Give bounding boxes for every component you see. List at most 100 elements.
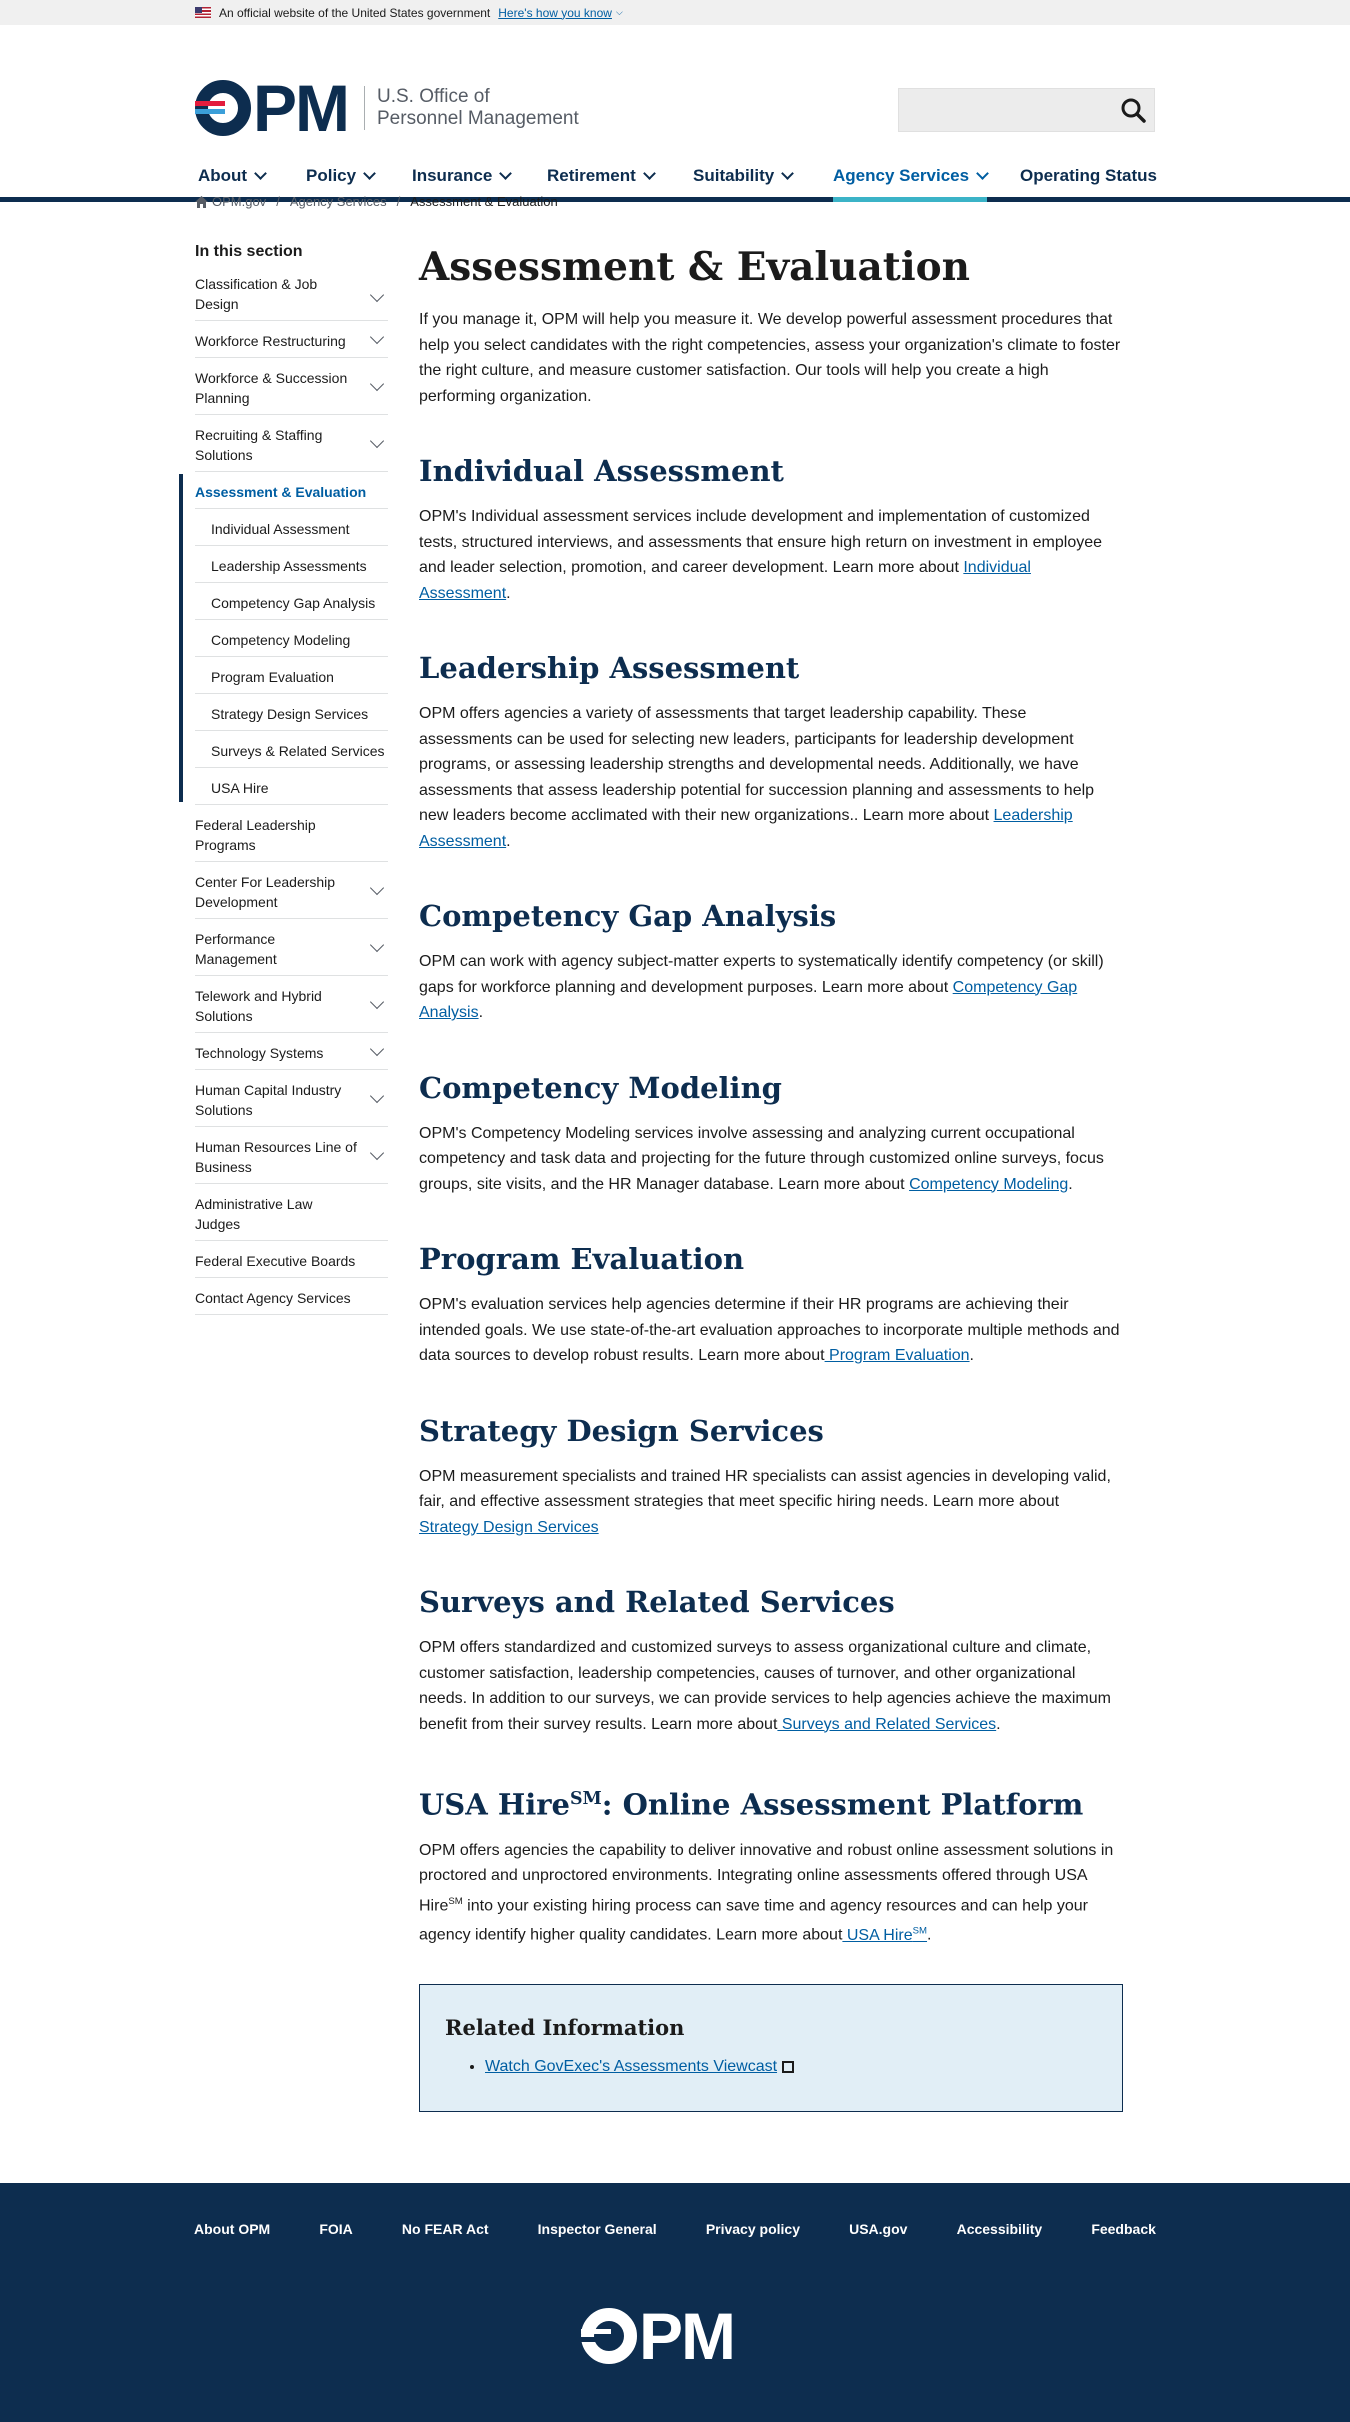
section-text-surveys: OPM offers standardized and customized s… <box>419 1635 1123 1737</box>
chevron-down-icon[interactable] <box>369 376 385 392</box>
chevron-down-icon[interactable] <box>369 287 385 303</box>
section-sidenav: In this section Classification & Job Des… <box>179 243 388 1315</box>
competency-modeling-link[interactable]: Competency Modeling <box>909 1176 1068 1193</box>
program-evaluation-link[interactable]: Program Evaluation <box>825 1347 970 1364</box>
chevron-down-icon <box>642 167 656 180</box>
service-mark: SM <box>569 1789 602 1809</box>
chevron-down-icon[interactable] <box>369 1088 385 1104</box>
section-heading-program-eval: Program Evaluation <box>419 1242 745 1276</box>
sidenav-subitem-strategy-design[interactable]: Strategy Design Services <box>195 693 388 730</box>
sidenav-item-telework[interactable]: Telework and Hybrid Solutions <box>195 976 388 1033</box>
opm-logo-o-icon <box>195 80 251 136</box>
sidenav-item-hc-industry[interactable]: Human Capital Industry Solutions <box>195 1070 388 1127</box>
nav-agency-services[interactable]: Agency Services <box>833 155 989 202</box>
surveys-link[interactable]: Surveys and Related Services <box>777 1716 996 1733</box>
chevron-down-icon[interactable] <box>369 1145 385 1161</box>
sidenav-item-alj[interactable]: Administrative Law Judges <box>195 1184 388 1241</box>
footer-link-ig[interactable]: Inspector General <box>538 2221 657 2237</box>
chevron-down-icon[interactable] <box>369 937 385 953</box>
sidenav-item-label: Classification & Job Design <box>195 276 318 312</box>
sidenav-item-label: Human Resources Line of Business <box>195 1139 357 1175</box>
nav-operating-status[interactable]: Operating Status <box>1020 155 1157 197</box>
chevron-down-icon[interactable] <box>369 433 385 449</box>
nav-suitability[interactable]: Suitability <box>693 155 795 197</box>
footer-link-no-fear[interactable]: No FEAR Act <box>402 2221 489 2237</box>
footer-link-feedback[interactable]: Feedback <box>1091 2221 1156 2237</box>
breadcrumb-separator: / <box>396 194 401 209</box>
nav-retirement[interactable]: Retirement <box>547 155 656 197</box>
heres-how-you-know-link[interactable]: Here's how you know <box>498 6 612 20</box>
link-text: USA Hire <box>842 1926 913 1944</box>
sidenav-subitem-competency-modeling[interactable]: Competency Modeling <box>195 619 388 656</box>
chevron-down-icon[interactable] <box>369 329 385 345</box>
search-icon <box>1121 98 1146 123</box>
sidenav-item-succession-planning[interactable]: Workforce & Succession Planning <box>195 358 388 415</box>
related-information-box: Related Information Watch GovExec's Asse… <box>419 1984 1123 2113</box>
logo-line-1: U.S. Office of <box>377 86 490 107</box>
search-box <box>898 88 1155 132</box>
breadcrumb-current: Assessment & Evaluation <box>410 194 558 209</box>
sidenav-item-label: Administrative Law Judges <box>195 1196 313 1232</box>
sidenav-subitem-leadership-assessments[interactable]: Leadership Assessments <box>195 545 388 582</box>
search-button[interactable] <box>1120 97 1146 123</box>
nav-label: Insurance <box>412 166 493 185</box>
opm-logo-letters: PM <box>639 2299 736 2373</box>
section-text-program-eval: OPM's evaluation services help agencies … <box>419 1292 1123 1369</box>
usa-hire-link[interactable]: USA HireSM <box>842 1925 927 1944</box>
sidenav-item-hr-lob[interactable]: Human Resources Line of Business <box>195 1127 388 1184</box>
sidenav-subitem-usa-hire[interactable]: USA Hire <box>195 767 388 804</box>
breadcrumb-agency-services[interactable]: Agency Services <box>290 194 387 209</box>
sidenav-item-label: Telework and Hybrid Solutions <box>195 988 322 1024</box>
sidenav-item-technology[interactable]: Technology Systems <box>195 1033 388 1070</box>
section-text-gap: OPM can work with agency subject-matter … <box>419 949 1123 1026</box>
service-mark: SM <box>448 1895 463 1907</box>
footer-link-accessibility[interactable]: Accessibility <box>957 2221 1043 2237</box>
footer-link-foia[interactable]: FOIA <box>319 2221 352 2237</box>
external-link-icon <box>782 2061 795 2074</box>
paragraph-text: OPM offers standardized and customized s… <box>419 1639 1111 1733</box>
section-text-modeling: OPM's Competency Modeling services invol… <box>419 1121 1123 1198</box>
sidenav-item-label: Workforce Restructuring <box>195 333 346 349</box>
sidenav-item-feb[interactable]: Federal Executive Boards <box>195 1241 388 1278</box>
govexec-viewcast-link[interactable]: Watch GovExec's Assessments Viewcast <box>485 2058 777 2075</box>
strategy-design-link[interactable]: Strategy Design Services <box>419 1519 599 1536</box>
sidenav-item-classification[interactable]: Classification & Job Design <box>195 274 388 321</box>
breadcrumb-home[interactable]: OPM.gov <box>212 194 266 209</box>
intro-paragraph: If you manage it, OPM will help you meas… <box>419 311 1121 405</box>
sidenav-item-assessment-evaluation[interactable]: Assessment & Evaluation <box>195 472 388 508</box>
sidenav-item-label: Workforce & Succession Planning <box>195 370 348 406</box>
footer-link-privacy[interactable]: Privacy policy <box>706 2221 800 2237</box>
sidenav-item-recruiting[interactable]: Recruiting & Staffing Solutions <box>195 415 388 472</box>
sidenav-item-contact[interactable]: Contact Agency Services <box>195 1278 388 1315</box>
chevron-down-icon[interactable] <box>369 880 385 896</box>
sidenav-item-label: Technology Systems <box>195 1045 324 1061</box>
sidenav-subitem-individual-assessment[interactable]: Individual Assessment <box>195 508 388 545</box>
sidenav-item-performance[interactable]: Performance Management <box>195 919 388 976</box>
gov-banner-text: An official website of the United States… <box>219 5 491 20</box>
heading-part: USA Hire <box>419 1787 570 1822</box>
chevron-down-icon[interactable] <box>369 994 385 1010</box>
section-heading-gap: Competency Gap Analysis <box>419 899 837 933</box>
paragraph-text: OPM measurement specialists and trained … <box>419 1467 1111 1511</box>
sidenav-subitem-program-evaluation[interactable]: Program Evaluation <box>195 656 388 693</box>
footer-link-about[interactable]: About OPM <box>194 2221 270 2237</box>
nav-label: Retirement <box>547 166 636 185</box>
sidenav-item-federal-leadership[interactable]: Federal Leadership Programs <box>195 805 388 862</box>
sidenav-subitem-competency-gap[interactable]: Competency Gap Analysis <box>195 582 388 619</box>
opm-logo-text: U.S. Office of Personnel Management <box>364 86 579 130</box>
opm-logo[interactable]: PM U.S. Office of Personnel Management <box>195 75 579 141</box>
footer-link-usagov[interactable]: USA.gov <box>849 2221 907 2237</box>
home-icon <box>195 195 208 208</box>
chevron-down-icon[interactable]: ⌵ <box>616 7 623 18</box>
footer-opm-logo[interactable]: PM <box>581 2299 736 2373</box>
nav-policy[interactable]: Policy <box>306 155 376 197</box>
nav-insurance[interactable]: Insurance <box>412 155 513 197</box>
sidenav-item-center-leadership[interactable]: Center For Leadership Development <box>195 862 388 919</box>
search-input[interactable] <box>899 89 1109 131</box>
related-list: Watch GovExec's Assessments Viewcast <box>445 2058 1097 2076</box>
sidenav-item-workforce-restructuring[interactable]: Workforce Restructuring <box>195 321 388 358</box>
chevron-down-icon[interactable] <box>369 1041 385 1057</box>
nav-about[interactable]: About <box>198 155 267 197</box>
sidenav-subitem-surveys[interactable]: Surveys & Related Services <box>195 730 388 767</box>
paragraph-end: . <box>478 1004 484 1021</box>
